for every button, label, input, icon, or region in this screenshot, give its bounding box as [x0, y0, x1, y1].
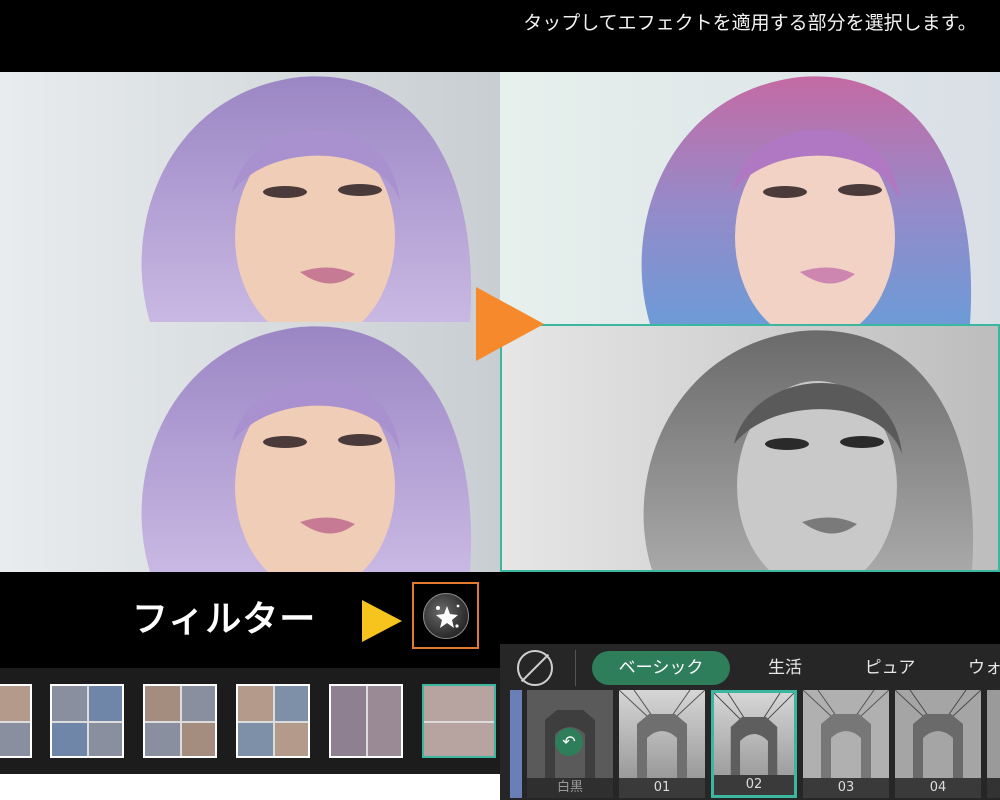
layout-thumbnail[interactable]: [236, 684, 310, 758]
preset-label: 04: [895, 778, 981, 798]
layout-thumbnail[interactable]: [0, 684, 32, 758]
transition-arrow-icon: [476, 287, 544, 361]
instruction-text: タップしてエフェクトを適用する部分を選択します。: [500, 0, 1000, 72]
tab-pure[interactable]: ピュア: [852, 651, 928, 685]
right-black-area: [500, 572, 1000, 644]
preset-label: 01: [619, 778, 705, 798]
collage-photo-top-filtered[interactable]: [500, 72, 1000, 324]
filter-button[interactable]: [412, 582, 479, 649]
preset-partial[interactable]: [987, 690, 1000, 798]
tab-basic[interactable]: ベーシック: [592, 651, 730, 685]
preset-03[interactable]: 03: [803, 690, 889, 798]
preset-partial: [510, 690, 522, 798]
tab-warm[interactable]: ウォ: [968, 651, 1000, 685]
collage-photo-bottom-selected[interactable]: [500, 324, 1000, 572]
tab-life[interactable]: 生活: [754, 651, 816, 685]
layout-thumbnail[interactable]: [143, 684, 217, 758]
preset-label: 白黒: [527, 778, 613, 798]
preset-label: 03: [803, 778, 889, 798]
undo-icon[interactable]: ↶: [555, 728, 583, 756]
collage-photo-bottom[interactable]: [0, 322, 500, 572]
no-filter-icon[interactable]: [517, 650, 553, 686]
filter-caption: フィルター: [132, 599, 317, 640]
preset-04[interactable]: 04: [895, 690, 981, 798]
layout-thumbnail[interactable]: [50, 684, 124, 758]
collage-photo-top[interactable]: [0, 72, 500, 322]
preset-02-selected[interactable]: 02: [711, 690, 797, 798]
preset-white-black[interactable]: ↶ 白黒: [527, 690, 613, 798]
left-status-area: [0, 0, 500, 72]
tab-divider: [575, 650, 576, 686]
layout-thumbnail[interactable]: [329, 684, 403, 758]
sparkle-filter-icon: [422, 592, 469, 639]
preset-01[interactable]: 01: [619, 690, 705, 798]
pointer-arrow-icon: [362, 600, 402, 642]
layout-thumbnail-selected[interactable]: [422, 684, 496, 758]
preset-label: 02: [714, 775, 794, 795]
left-bottom-area: [0, 774, 500, 800]
